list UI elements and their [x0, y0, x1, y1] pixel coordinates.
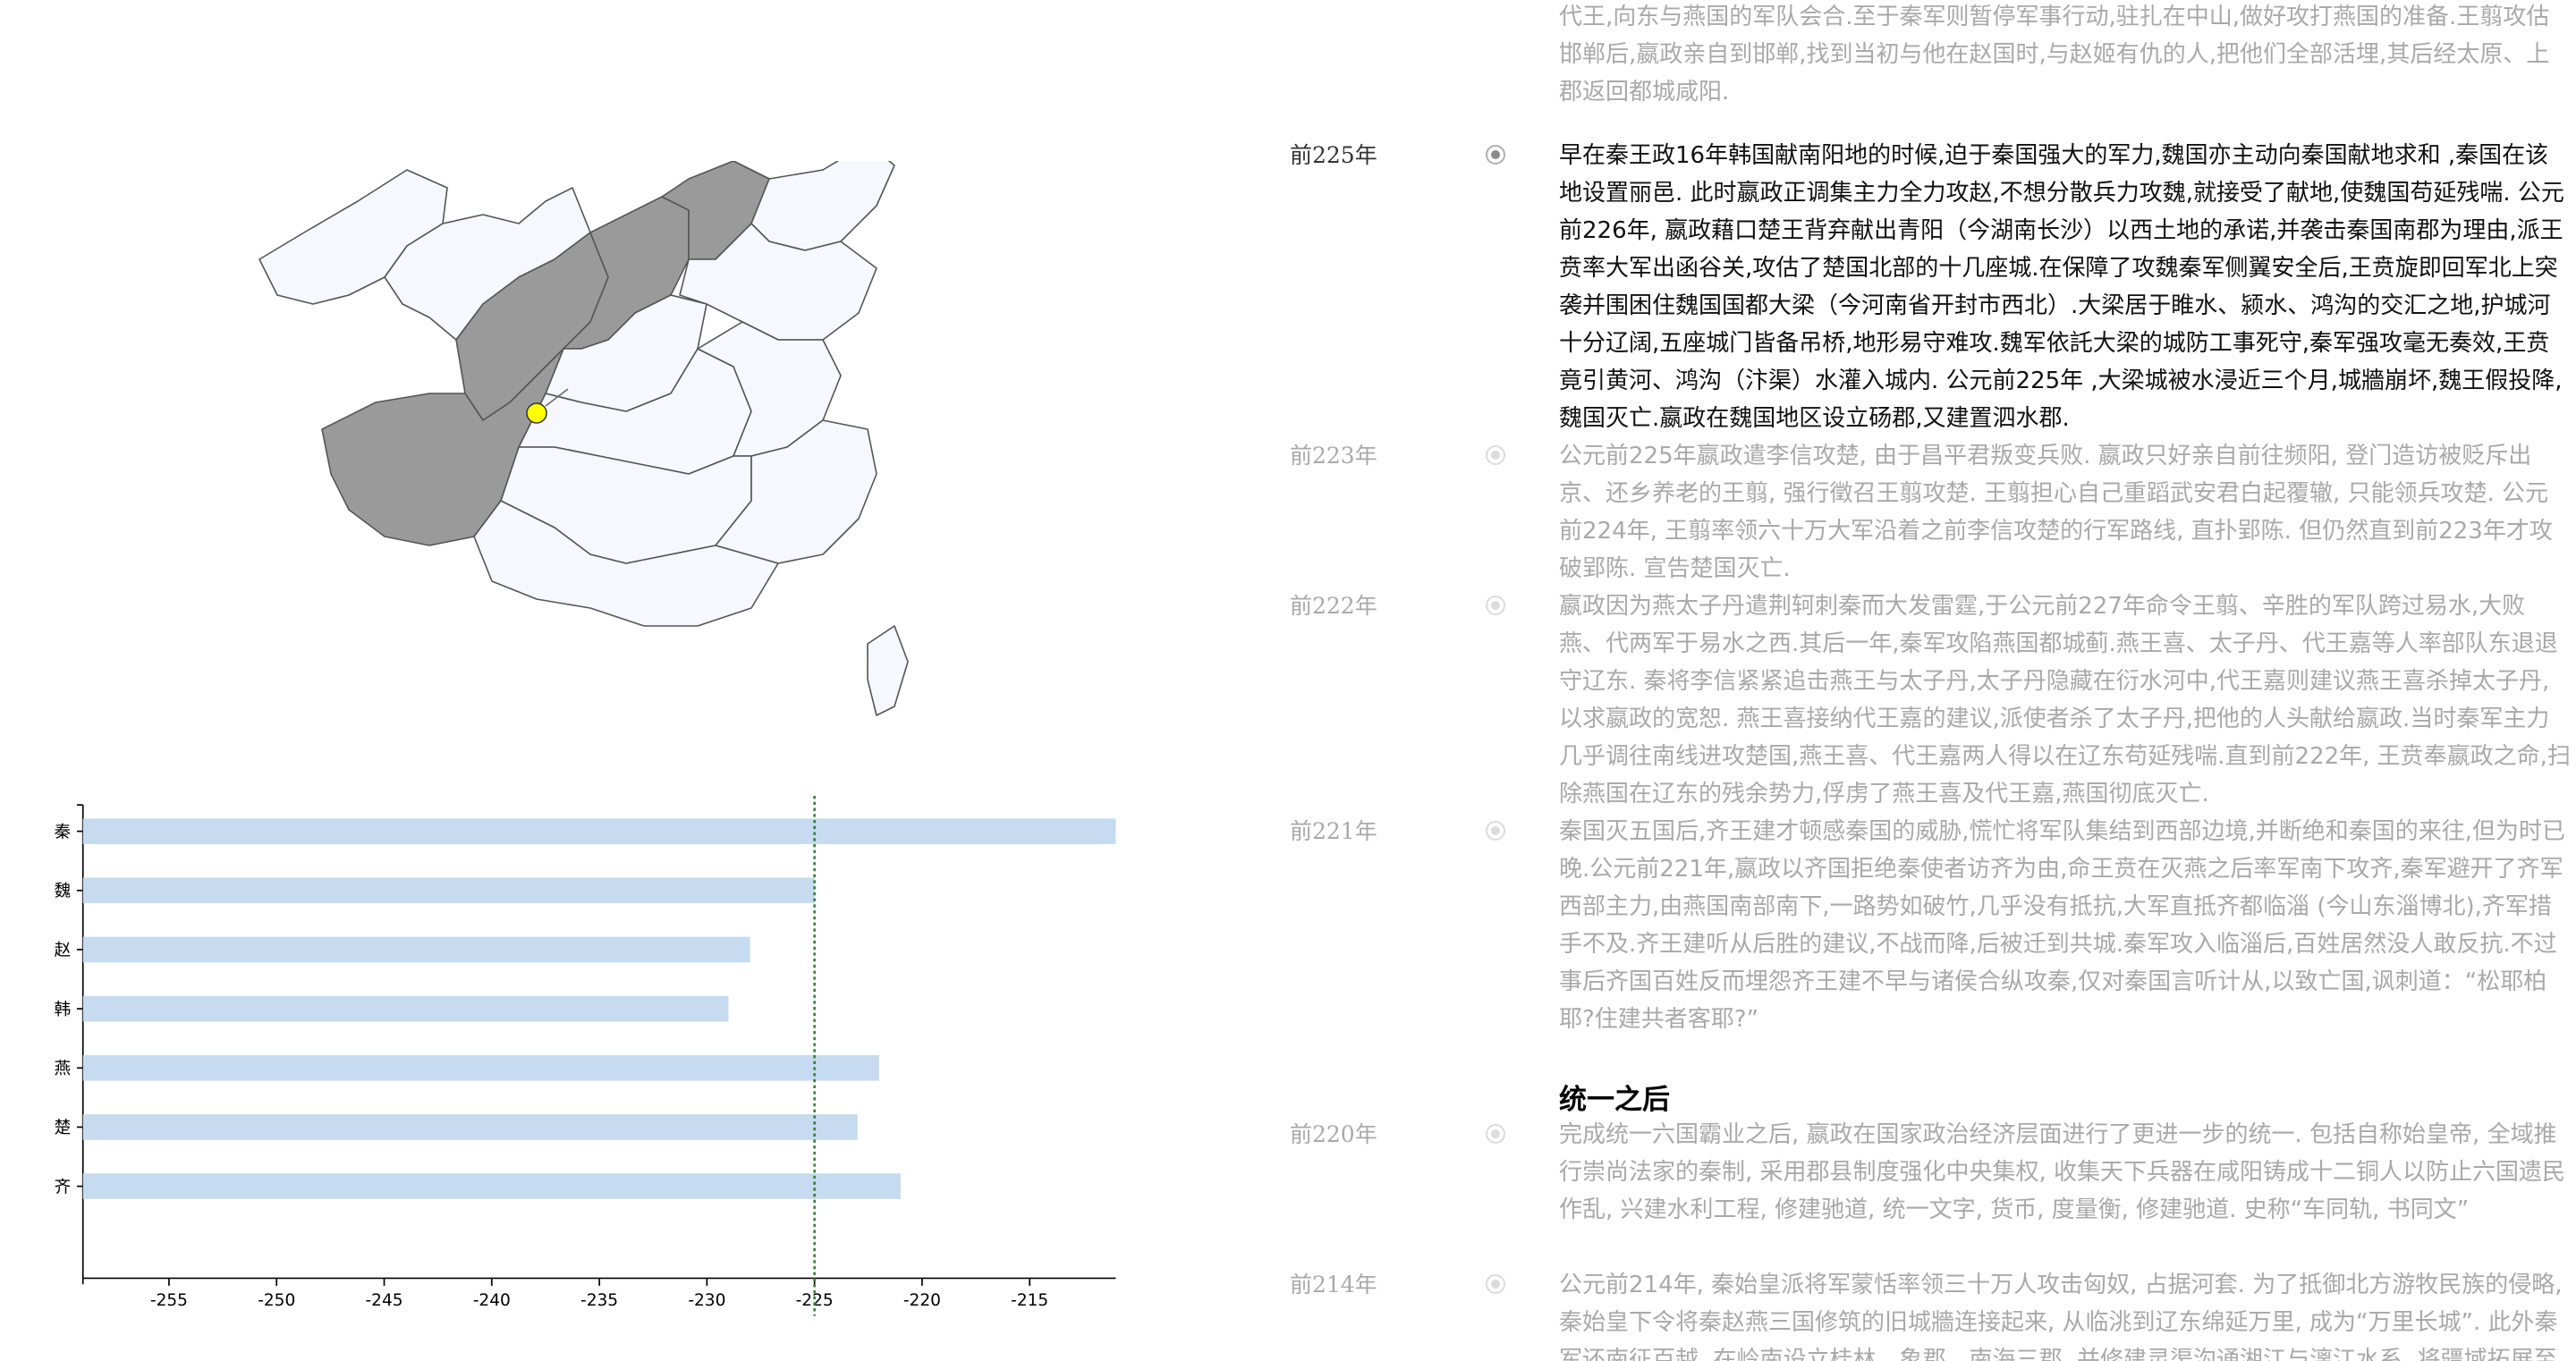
current-capital-marker[interactable]	[526, 402, 547, 424]
timeline-radio-icon[interactable]	[1486, 1274, 1505, 1294]
timeline-top-partial-text: 灭亡.赵公子嘉在邯郸被攻估后,率领他的宗族几百人到代地（今河北蔚县东北）收拾残部…	[1559, 4, 2550, 106]
timeline-text: 公元前214年, 秦始皇派将军蒙恬率领三十万人攻击匈奴, 占据河套. 为了抵御北…	[1559, 1272, 2563, 1361]
x-tick-label: -245	[365, 1291, 402, 1310]
timeline-radio-icon[interactable]	[1486, 145, 1505, 165]
timeline-radio-icon[interactable]	[1486, 596, 1505, 615]
timeline-text: 嬴政因为燕太子丹遣荆轲刺秦而大发雷霆,于公元前227年命令王翦、辛胜的军队跨过易…	[1559, 593, 2571, 807]
y-tick-label: 秦	[55, 823, 72, 841]
timeline-text: 公元前225年嬴政遣李信攻楚, 由于昌平君叛变兵败. 嬴政只好亲自前往频阳, 登…	[1559, 443, 2553, 582]
timeline-text: 完成统一六国霸业之后, 嬴政在国家政治经济层面进行了更进一步的统一. 包括自称始…	[1559, 1121, 2566, 1223]
timeline-radio-icon[interactable]	[1486, 1124, 1505, 1144]
bar-楚[interactable]	[82, 1114, 858, 1140]
bar-韩[interactable]	[82, 995, 729, 1022]
region-taiwan	[867, 625, 909, 716]
x-tick-label: -250	[258, 1291, 295, 1310]
timeline-panel[interactable]: 灭亡.赵公子嘉在邯郸被攻估后,率领他的宗族几百人到代地（今河北蔚县东北）收拾残部…	[1270, 0, 2576, 1361]
x-tick-label: -255	[150, 1291, 188, 1310]
x-tick-label: -225	[796, 1291, 834, 1310]
y-tick-label: 齐	[55, 1178, 72, 1196]
bar-赵[interactable]	[82, 936, 750, 963]
x-tick-label: -235	[580, 1291, 618, 1310]
territory-map	[258, 161, 909, 716]
y-tick-label: 魏	[55, 883, 72, 901]
x-tick-label: -220	[903, 1291, 941, 1310]
bar-秦[interactable]	[82, 818, 1116, 844]
y-tick-label: 韩	[55, 1001, 72, 1019]
bar-燕[interactable]	[82, 1054, 879, 1081]
timeline-year: 前221年	[1290, 818, 1377, 844]
section-title-after-unification: 统一之后	[1559, 1084, 1670, 1116]
bar-齐[interactable]	[82, 1173, 901, 1199]
timeline-radio-icon[interactable]	[1486, 445, 1505, 465]
timeline-year: 前223年	[1290, 443, 1377, 469]
timeline-year: 前222年	[1290, 593, 1377, 619]
x-tick-label: -215	[1011, 1291, 1048, 1310]
timeline-year: 前225年	[1290, 142, 1377, 168]
y-tick-label: 楚	[55, 1119, 72, 1137]
bar-魏[interactable]	[82, 877, 815, 904]
timeline-text: 秦国灭五国后,齐王建才顿感秦国的威胁,慌忙将军队集结到西部边境,并断绝和秦国的来…	[1559, 818, 2566, 1033]
timeline-radio-icon[interactable]	[1486, 821, 1505, 841]
unification-bar-chart: 秦魏赵韩燕楚齐 -255 -250 -245 -240 -235 -230 -225 -220 -…	[55, 796, 1116, 1316]
timeline-year: 前214年	[1290, 1272, 1377, 1298]
x-tick-label: -240	[473, 1291, 511, 1310]
y-tick-label: 燕	[55, 1060, 72, 1078]
timeline-text: 早在秦王政16年韩国献南阳地的时候,迫于秦国强大的军力,魏国亦主动向秦国献地求和…	[1559, 142, 2564, 432]
y-tick-label: 赵	[55, 942, 72, 960]
timeline-year: 前220年	[1290, 1121, 1377, 1147]
x-tick-label: -230	[688, 1291, 725, 1310]
